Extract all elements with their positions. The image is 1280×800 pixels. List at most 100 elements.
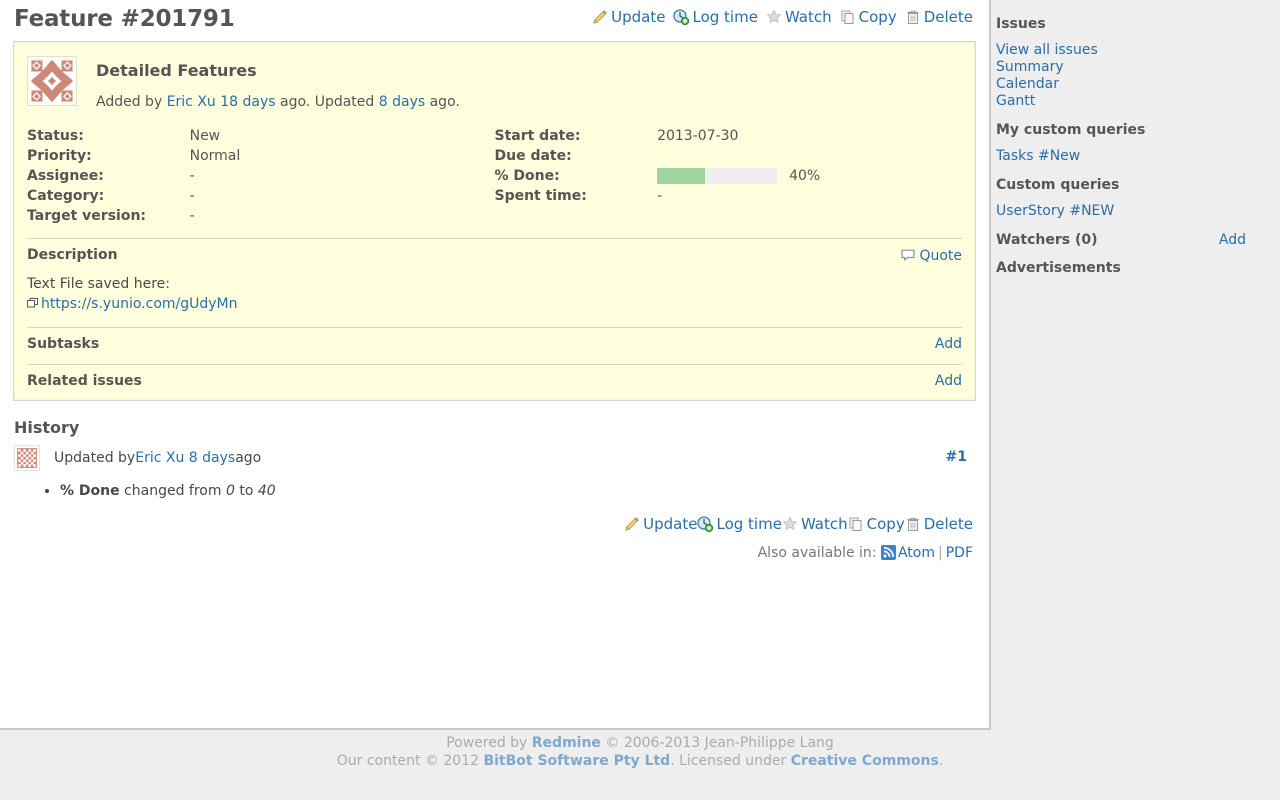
other-formats: Also available in: Atom | PDF [14, 544, 975, 561]
watch-button-bottom[interactable]: Watch [782, 515, 848, 533]
empty-label [494, 206, 657, 226]
spent-time-label: Spent time: [494, 188, 587, 204]
update-label-bottom: Update [643, 514, 698, 533]
attribute-row-category: Category: - Spent time: - [27, 186, 962, 206]
bitbot-link[interactable]: BitBot Software Pty Ltd [483, 753, 670, 769]
description-header-row: Description Quote [27, 247, 962, 264]
quote-button[interactable]: Quote [900, 248, 962, 264]
delete-label-bottom: Delete [923, 514, 973, 533]
redmine-link[interactable]: Redmine [532, 735, 601, 751]
history-detail-new-value: 40 [257, 482, 276, 499]
target-version-value: - [189, 208, 195, 224]
star-icon [766, 9, 782, 25]
status-label: Status: [27, 128, 84, 144]
sidebar-custom-queries: UserStory #NEW [996, 203, 1272, 220]
assignee-value: - [189, 168, 195, 184]
log-time-label: Log time [692, 8, 758, 26]
author-link[interactable]: Eric Xu [167, 94, 216, 110]
log-time-button-bottom[interactable]: Log time [697, 514, 782, 533]
pdf-link[interactable]: PDF [946, 545, 973, 561]
delete-button[interactable]: Delete [905, 8, 973, 26]
category-label: Category: [27, 188, 105, 204]
sidebar-item-tasks-new[interactable]: Tasks #New [996, 148, 1272, 165]
creative-commons-link[interactable]: Creative Commons [791, 753, 939, 769]
log-time-label-bottom: Log time [716, 514, 782, 533]
history-anchor-link[interactable]: #1 [946, 449, 967, 465]
copy-icon [848, 516, 864, 532]
footer: Powered by Redmine © 2006-2013 Jean-Phil… [0, 734, 1280, 770]
done-value-cell: 40% [657, 166, 962, 186]
progress-bar [657, 168, 778, 184]
watchers-add-link[interactable]: Add [1219, 232, 1246, 249]
done-label: % Done: [494, 168, 560, 184]
sidebar-heading-my-custom-queries: My custom queries [996, 122, 1146, 138]
watch-button[interactable]: Watch [766, 8, 832, 26]
other-formats-label: Also available in: [757, 544, 877, 561]
quote-action: Quote [900, 247, 962, 264]
sidebar-item-calendar[interactable]: Calendar [996, 76, 1272, 93]
update-button[interactable]: Update [592, 8, 665, 26]
subtasks-add-link[interactable]: Add [935, 336, 962, 352]
divider-subtasks [27, 326, 962, 328]
issue-details-box: Detailed Features Added by Eric Xu 18 da… [13, 41, 976, 401]
related-add-wrap: Add [935, 373, 962, 389]
sidebar-item-userstory-new[interactable]: UserStory #NEW [996, 203, 1272, 220]
our-content-label: Our content © 2012 [336, 753, 484, 770]
sidebar-item-summary[interactable]: Summary [996, 59, 1272, 76]
sidebar-heading-issues: Issues [996, 16, 1046, 32]
history-detail-list: % Done changed from 0 to 40 [14, 483, 975, 499]
history-detail-mid: changed from [119, 482, 226, 499]
created-age-link[interactable]: 18 days [220, 94, 275, 110]
history-user-link[interactable]: Eric Xu [135, 450, 184, 466]
issue-attributes-table: Status: New Start date: 2013-07-30 Prior… [27, 126, 962, 226]
external-link-icon [27, 294, 38, 308]
description-link[interactable]: https://s.yunio.com/gUdyMn [41, 296, 238, 312]
footer-copyright: © 2006-2013 Jean-Philippe Lang [600, 735, 834, 751]
history-age-link[interactable]: 8 days [189, 450, 235, 466]
attribute-row-assignee: Assignee: - % Done: 40% [27, 166, 962, 186]
subtasks-heading: Subtasks [27, 335, 100, 352]
trash-icon [905, 9, 921, 25]
update-button-bottom[interactable]: Update [624, 515, 697, 533]
start-date-label: Start date: [494, 128, 581, 144]
delete-label: Delete [923, 8, 973, 26]
copy-button[interactable]: Copy [840, 8, 897, 26]
sidebar-item-gantt[interactable]: Gantt [996, 93, 1272, 110]
progress-percent-label: 40% [789, 168, 821, 184]
related-issues-add-link[interactable]: Add [935, 373, 962, 389]
sidebar-item-view-all-issues[interactable]: View all issues [996, 42, 1272, 59]
main-content: Feature #201791 Update Log time Watch Copy D… [0, 0, 991, 730]
contextual-toolbar-bottom: Update Log time Watch Copy Delete [14, 515, 975, 533]
page-root: Feature #201791 Update Log time Watch Copy D… [0, 0, 1280, 800]
log-time-button[interactable]: Log time [673, 8, 758, 26]
delete-button-bottom[interactable]: Delete [905, 515, 973, 533]
history-avatar [14, 444, 40, 471]
description-text: Text File saved here: [27, 276, 171, 292]
update-label: Update [611, 8, 666, 26]
history-entry-header: Updated by Eric Xu 8 days ago [14, 444, 975, 471]
attribute-row-status: Status: New Start date: 2013-07-30 [27, 126, 962, 146]
assignee-label: Assignee: [27, 168, 104, 184]
due-date-value [657, 146, 962, 166]
issue-subject-row: Detailed Features Added by Eric Xu 18 da… [27, 53, 962, 110]
licensed-under-label: . Licensed under [670, 753, 791, 770]
copy-button-bottom[interactable]: Copy [848, 515, 905, 533]
history-detail-old-value: 0 [225, 482, 235, 499]
progress-bar-fill [657, 168, 706, 184]
attribute-row-target-version: Target version: - [27, 206, 962, 226]
clock-add-icon [697, 515, 714, 532]
sidebar-heading-advertisements: Advertisements [996, 260, 1121, 276]
atom-link[interactable]: Atom [898, 545, 935, 561]
pencil-icon [624, 516, 640, 532]
powered-by-label: Powered by [446, 735, 532, 751]
status-value: New [189, 128, 221, 144]
history-updated-by-label: Updated by [54, 449, 136, 466]
subtasks-add-wrap: Add [935, 336, 962, 352]
copy-label-bottom: Copy [866, 514, 905, 533]
description-link-row: https://s.yunio.com/gUdyMn [27, 294, 962, 314]
contextual-toolbar-top: Update Log time Watch Copy Delete [592, 8, 973, 26]
sidebar: Issues View all issues Summary Calendar … [996, 0, 1280, 730]
empty-value [657, 206, 962, 226]
formats-separator: | [938, 544, 943, 561]
updated-age-link[interactable]: 8 days [379, 94, 425, 110]
